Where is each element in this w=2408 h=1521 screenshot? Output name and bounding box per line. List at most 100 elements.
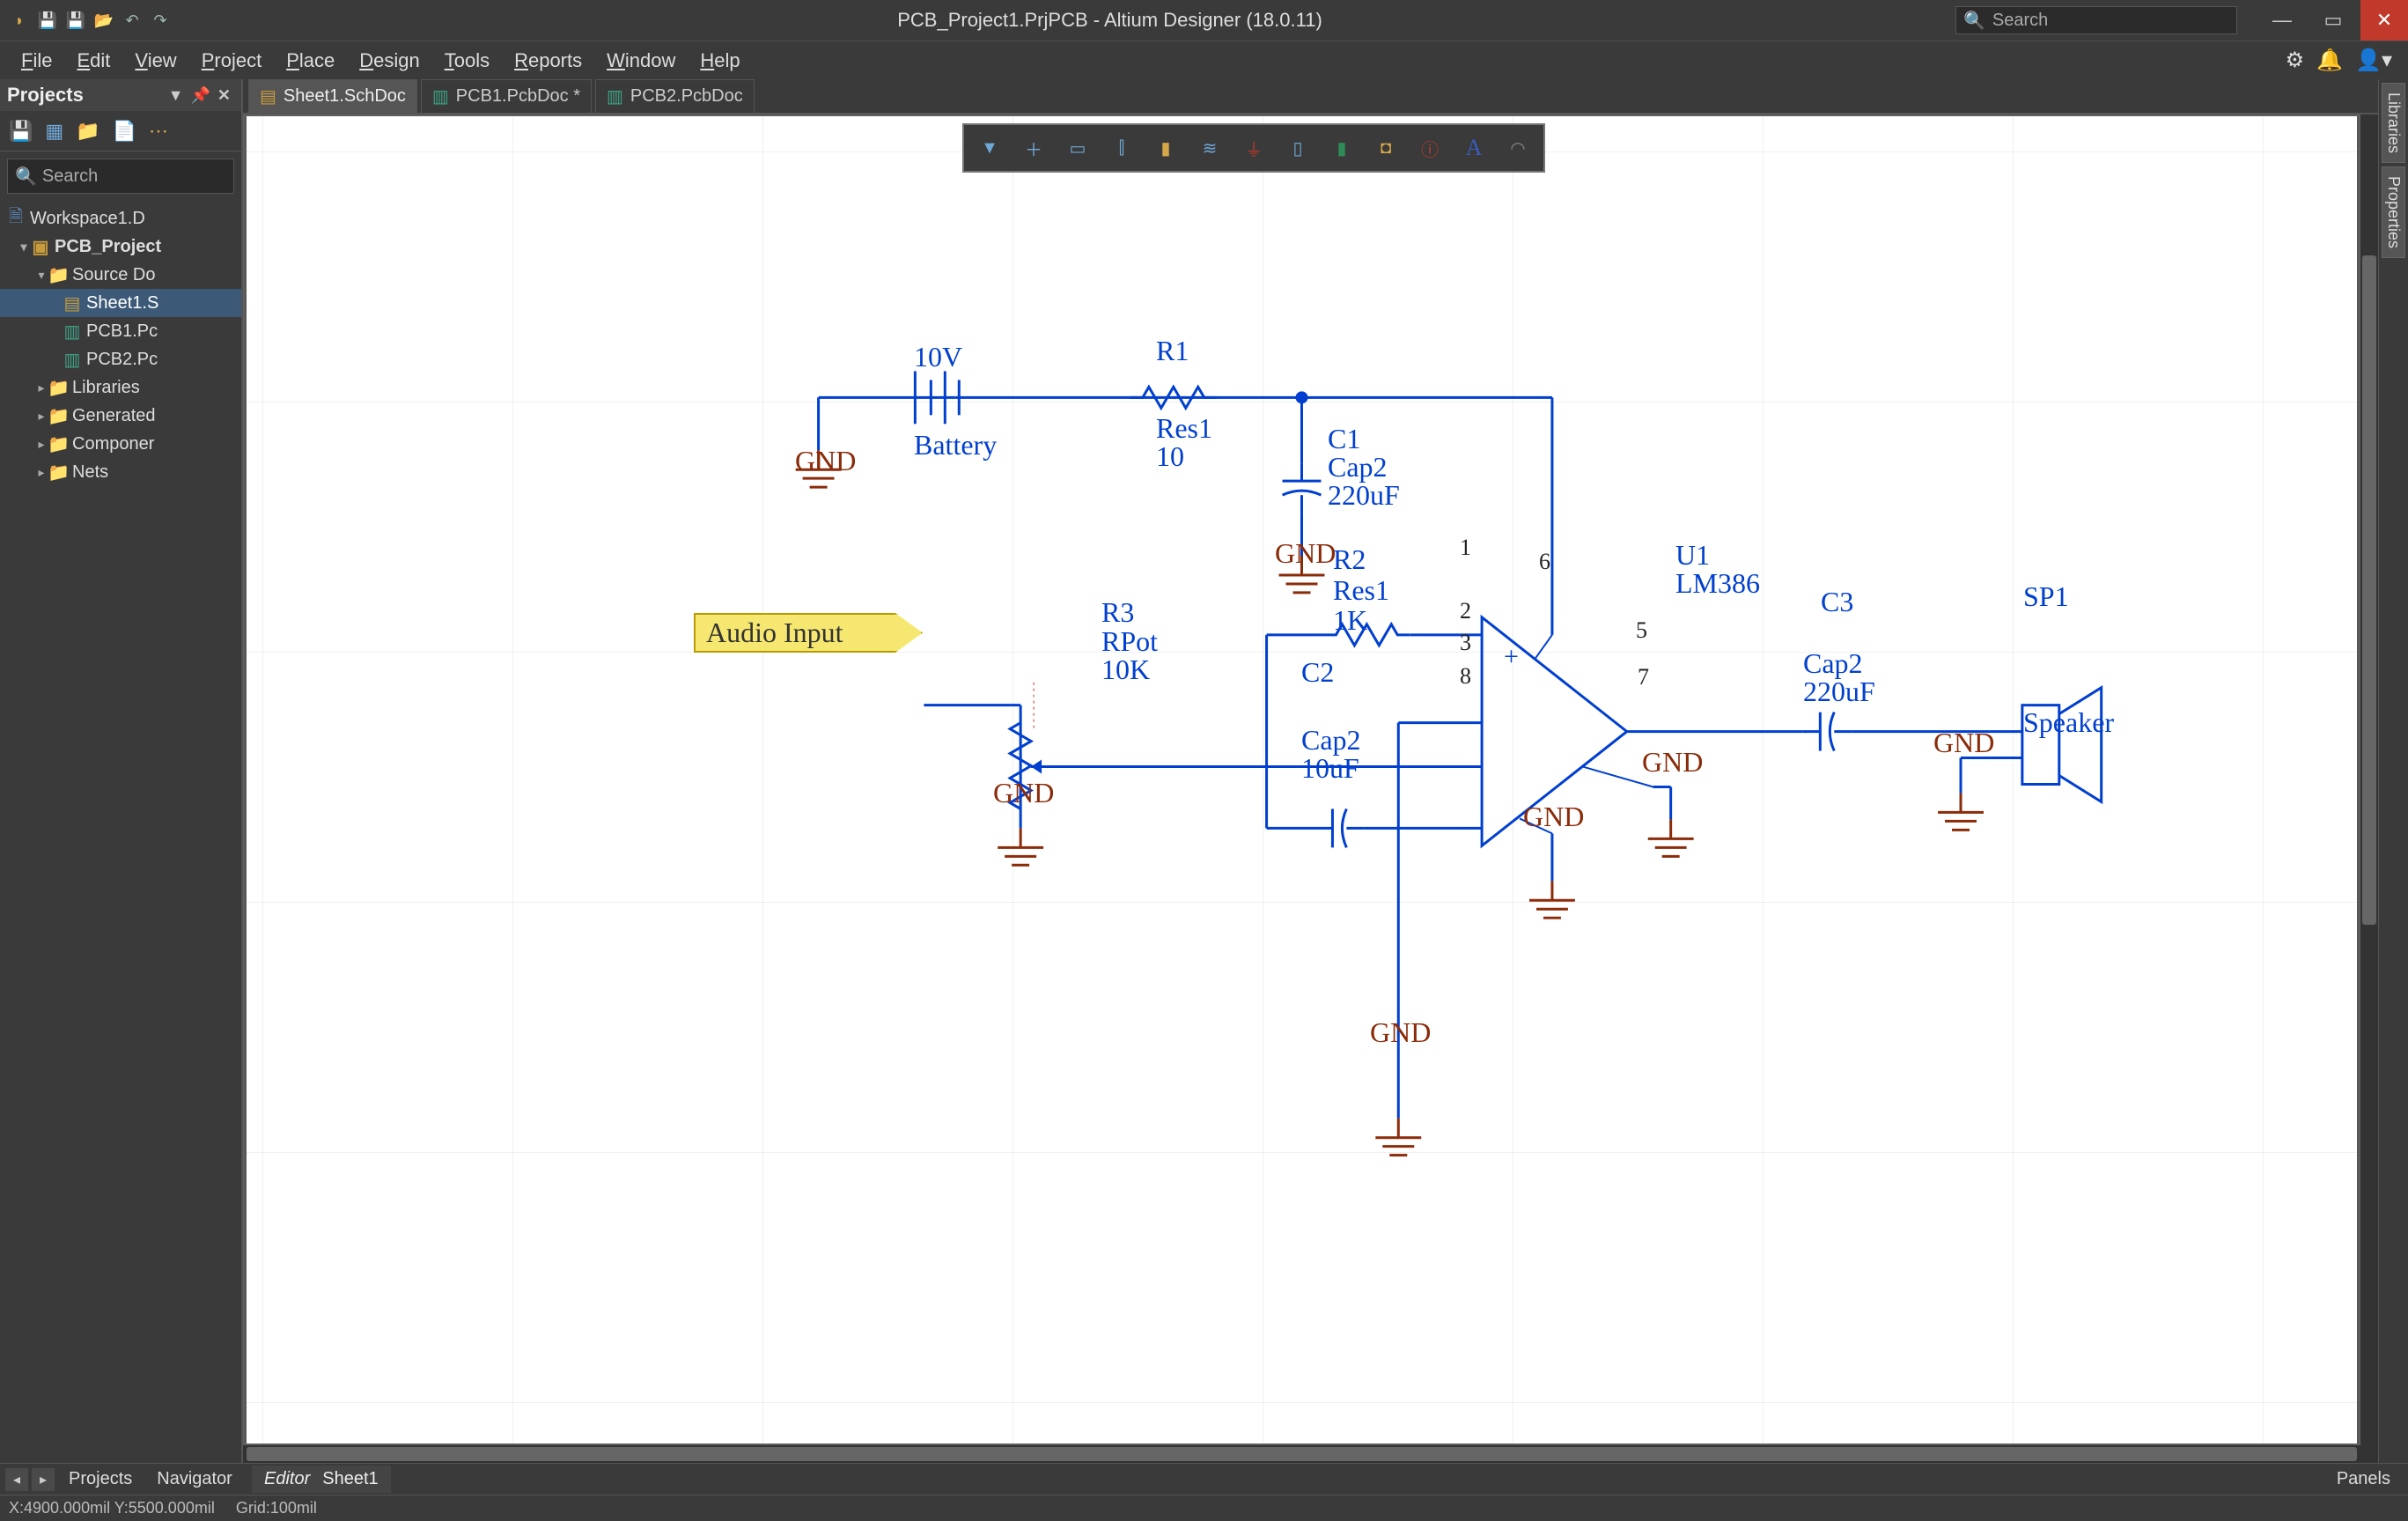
bus-icon[interactable]: ▮	[1145, 130, 1186, 166]
battery-voltage[interactable]: 10V	[914, 341, 962, 373]
r2-val[interactable]: 1K	[1333, 604, 1367, 637]
maximize-button[interactable]: ▭	[2309, 0, 2357, 41]
caret-right-icon: ▸	[35, 465, 48, 480]
power-icon[interactable]: ⏚	[1233, 130, 1274, 166]
tab-sheet1[interactable]: ▤ Sheet1.SchDoc	[248, 79, 417, 113]
proj-options-icon[interactable]: ⋯	[149, 120, 168, 143]
r2-ref[interactable]: R2	[1333, 543, 1366, 576]
dock-tab-properties[interactable]: Properties	[2382, 166, 2405, 258]
c3-val[interactable]: 220uF	[1803, 676, 1875, 708]
directive-icon[interactable]: ◘	[1366, 130, 1406, 166]
panel-close-icon[interactable]: ✕	[214, 86, 234, 105]
notifications-icon[interactable]: 🔔	[2316, 48, 2343, 73]
gnd-label: GND	[1370, 1016, 1431, 1049]
tree-workspace[interactable]: 🗎 Workspace1.D	[0, 204, 241, 233]
tab-pcb1[interactable]: ▥ PCB1.PcbDoc *	[421, 79, 592, 113]
proj-save-icon[interactable]: 💾	[9, 120, 33, 143]
pin3: 3	[1460, 630, 1471, 656]
canvas-holder: 10V Battery GND R1 Res1 10 C1 Cap2 220uF…	[243, 114, 2378, 1463]
gnd-label: GND	[1933, 727, 1994, 759]
menu-help[interactable]: Help	[688, 49, 752, 72]
schematic-canvas[interactable]: 10V Battery GND R1 Res1 10 C1 Cap2 220uF…	[243, 114, 2360, 1445]
text-icon[interactable]: A	[1454, 130, 1494, 166]
sheet-label[interactable]: Sheet1	[322, 1469, 378, 1489]
save-all-icon[interactable]: 💾	[65, 10, 86, 31]
menu-place[interactable]: Place	[274, 49, 347, 72]
r3-ref[interactable]: R3	[1101, 596, 1134, 629]
r1-ref[interactable]: R1	[1156, 335, 1189, 367]
menu-view[interactable]: View	[122, 49, 188, 72]
tree-source-folder[interactable]: ▾ 📁 Source Do	[0, 261, 241, 289]
info-icon[interactable]: ⓘ	[1410, 130, 1450, 166]
open-icon[interactable]: 📂	[93, 10, 114, 31]
menu-project[interactable]: Project	[189, 49, 274, 72]
close-button[interactable]: ✕	[2360, 0, 2408, 41]
tree-components-folder[interactable]: ▸ 📁 Componer	[0, 430, 241, 458]
tree-file-pcb1[interactable]: ▥ PCB1.Pc	[0, 317, 241, 345]
panel-dropdown-icon[interactable]: ▼	[165, 86, 188, 105]
undo-icon[interactable]: ↶	[122, 10, 143, 31]
sp1-type[interactable]: Speaker	[2023, 706, 2114, 739]
right-dock: Libraries Properties	[2378, 79, 2408, 1463]
redo-icon[interactable]: ↷	[150, 10, 171, 31]
menu-design[interactable]: Design	[347, 49, 431, 72]
panels-button[interactable]: Panels	[2324, 1466, 2403, 1493]
menu-tools[interactable]: Tools	[432, 49, 502, 72]
scrollbar-vertical[interactable]	[2360, 114, 2378, 1463]
scroll-thumb[interactable]	[247, 1447, 2357, 1461]
menu-reports[interactable]: Reports	[502, 49, 594, 72]
global-search[interactable]: 🔍 Search	[1955, 6, 2237, 34]
folder-icon: 📁	[48, 264, 69, 286]
caret-right-icon: ▸	[35, 437, 48, 452]
dock-tab-libraries[interactable]: Libraries	[2382, 83, 2405, 163]
tree-nets-folder[interactable]: ▸ 📁 Nets	[0, 458, 241, 486]
gnd-label: GND	[1642, 746, 1703, 779]
align-icon[interactable]: ⫿	[1101, 130, 1142, 166]
r1-val[interactable]: 10	[1156, 440, 1184, 473]
scrollbar-horizontal[interactable]	[243, 1445, 2360, 1463]
proj-add-folder-icon[interactable]: 📁	[76, 120, 99, 143]
sheet-icon[interactable]: ▮	[1322, 130, 1362, 166]
tree-file-pcb2[interactable]: ▥ PCB2.Pc	[0, 345, 241, 373]
tree-generated-folder[interactable]: ▸ 📁 Generated	[0, 402, 241, 430]
menu-edit[interactable]: Edit	[64, 49, 122, 72]
menu-file[interactable]: File	[9, 49, 64, 72]
place-rect-icon[interactable]: ▭	[1057, 130, 1098, 166]
tree-file-sheet1[interactable]: ▤ Sheet1.S	[0, 289, 241, 317]
c2-val[interactable]: 10uF	[1301, 752, 1359, 785]
c3-ref[interactable]: C3	[1821, 586, 1853, 618]
panel-pin-icon[interactable]: 📌	[187, 86, 213, 105]
c2-ref[interactable]: C2	[1301, 656, 1334, 689]
arc-icon[interactable]: ◠	[1498, 130, 1538, 166]
filter-icon[interactable]: ▼	[969, 130, 1010, 166]
nav-next-icon[interactable]: ▸	[32, 1468, 55, 1491]
settings-icon[interactable]: ⚙	[2286, 48, 2305, 73]
tree-libraries-folder[interactable]: ▸ 📁 Libraries	[0, 373, 241, 402]
nav-prev-icon[interactable]: ◂	[5, 1468, 28, 1491]
harness-icon[interactable]: ▯	[1278, 130, 1318, 166]
bottom-nav: ◂ ▸ Projects Navigator Editor Sheet1 Pan…	[0, 1463, 2408, 1495]
scroll-thumb[interactable]	[2362, 255, 2376, 925]
minimize-button[interactable]: —	[2258, 0, 2306, 41]
projects-search[interactable]: 🔍 Search	[7, 159, 234, 194]
caret-down-icon: ▾	[18, 240, 30, 255]
tree-project[interactable]: ▾ ▣ PCB_Project	[0, 233, 241, 261]
proj-compile-icon[interactable]: ▦	[45, 120, 63, 143]
u1-type[interactable]: LM386	[1675, 567, 1760, 600]
r3-val[interactable]: 10K	[1101, 653, 1150, 686]
battery-name[interactable]: Battery	[914, 429, 997, 461]
save-icon[interactable]: 💾	[37, 10, 58, 31]
c1-val[interactable]: 220uF	[1328, 479, 1400, 512]
bottomtab-navigator[interactable]: Navigator	[146, 1466, 243, 1493]
pin1: 1	[1460, 535, 1471, 561]
net-icon[interactable]: ≋	[1189, 130, 1230, 166]
place-cross-icon[interactable]: ＋	[1013, 130, 1054, 166]
r2-type[interactable]: Res1	[1333, 574, 1389, 607]
audio-input-port[interactable]: Audio Input	[694, 613, 923, 653]
sp1-ref[interactable]: SP1	[2023, 580, 2069, 613]
tab-pcb2[interactable]: ▥ PCB2.PcbDoc	[595, 79, 755, 113]
bottomtab-projects[interactable]: Projects	[58, 1466, 143, 1493]
user-icon[interactable]: 👤▾	[2355, 48, 2392, 73]
proj-add-doc-icon[interactable]: 📄	[113, 120, 136, 143]
menu-window[interactable]: Window	[594, 49, 688, 72]
